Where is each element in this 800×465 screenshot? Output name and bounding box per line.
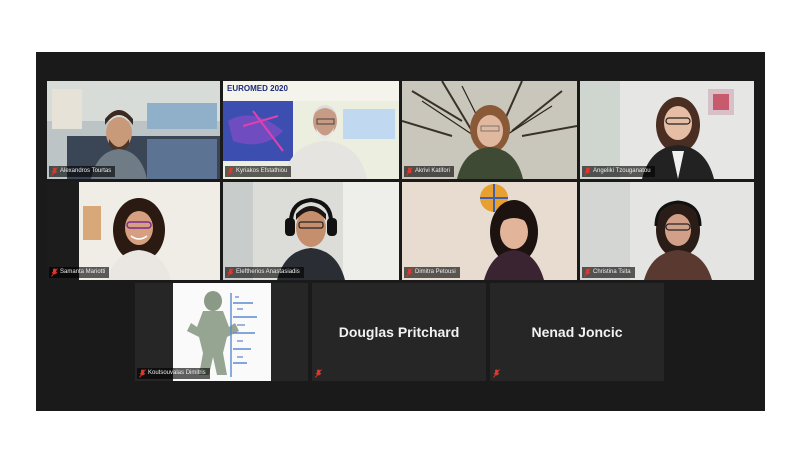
participant-video — [580, 81, 754, 179]
video-tile[interactable]: Christina Tsita — [580, 182, 754, 280]
mic-muted-icon — [315, 369, 322, 378]
video-off-tile[interactable]: Douglas Pritchard — [312, 283, 486, 381]
mic-muted-icon — [493, 369, 500, 378]
mic-muted-icon — [51, 167, 58, 176]
zoom-gallery-view: Alexandros Tourtas EUROMED 2020 Kyriakos… — [36, 52, 765, 411]
participant-video — [402, 182, 577, 280]
participant-name: Koutsouvalas Dimitris — [148, 370, 206, 376]
participant-name-tag: Christina Tsita — [582, 267, 635, 278]
participant-name: Kyriakos Efstathiou — [236, 168, 288, 174]
participant-name: Eleftherios Anastasiadis — [236, 269, 300, 275]
mic-muted-icon — [406, 167, 413, 176]
video-tile[interactable]: Alexandros Tourtas — [47, 81, 220, 179]
video-tile[interactable]: Angeliki Tzouganatou — [580, 81, 754, 179]
video-tile[interactable]: Koutsouvalas Dimitris — [135, 283, 308, 381]
mic-muted-icon — [584, 268, 591, 277]
participant-video — [580, 182, 754, 280]
mic-muted-icon — [584, 167, 591, 176]
participant-name: Angeliki Tzouganatou — [593, 168, 651, 174]
participant-video — [402, 81, 577, 179]
participant-name: Alexandros Tourtas — [60, 168, 112, 174]
mic-muted-icon — [227, 167, 234, 176]
mic-muted-icon — [51, 268, 58, 277]
video-tile[interactable]: Samanta Mariotti — [47, 182, 220, 280]
video-tile[interactable]: Akrivi Katifori — [402, 81, 577, 179]
participant-video — [223, 182, 399, 280]
participant-name-tag: Angeliki Tzouganatou — [582, 166, 655, 177]
participant-name-tag: Kyriakos Efstathiou — [225, 166, 292, 177]
mic-muted-icon — [227, 268, 234, 277]
video-off-tile[interactable]: Nenad Joncic — [490, 283, 664, 381]
participant-name-tag: Koutsouvalas Dimitris — [137, 368, 210, 379]
participant-display-name: Nenad Joncic — [531, 324, 623, 340]
participant-display-name: Douglas Pritchard — [338, 324, 460, 340]
participant-name: Dimitra Petousi — [415, 269, 456, 275]
participant-name: Samanta Mariotti — [60, 269, 106, 275]
conference-banner: EUROMED 2020 — [227, 84, 288, 93]
participant-name-tag: Eleftherios Anastasiadis — [225, 267, 304, 278]
profile-picture — [173, 283, 271, 381]
participant-name: Christina Tsita — [593, 269, 631, 275]
participant-name-tag: Dimitra Petousi — [404, 267, 460, 278]
participant-video — [223, 81, 399, 179]
mic-muted-icon — [139, 369, 146, 378]
participant-name-tag: Samanta Mariotti — [49, 267, 110, 278]
figurine-image — [173, 283, 271, 381]
participant-name-tag: Akrivi Katifori — [404, 166, 455, 177]
video-tile[interactable]: Dimitra Petousi — [402, 182, 577, 280]
mic-muted-icon — [406, 268, 413, 277]
participant-name-tag: Alexandros Tourtas — [49, 166, 116, 177]
video-tile-active-speaker[interactable]: EUROMED 2020 Kyriakos Efstathiou — [223, 81, 399, 179]
participant-name: Akrivi Katifori — [415, 168, 451, 174]
video-tile[interactable]: Eleftherios Anastasiadis — [223, 182, 399, 280]
participant-video — [47, 81, 220, 179]
participant-video — [47, 182, 220, 280]
